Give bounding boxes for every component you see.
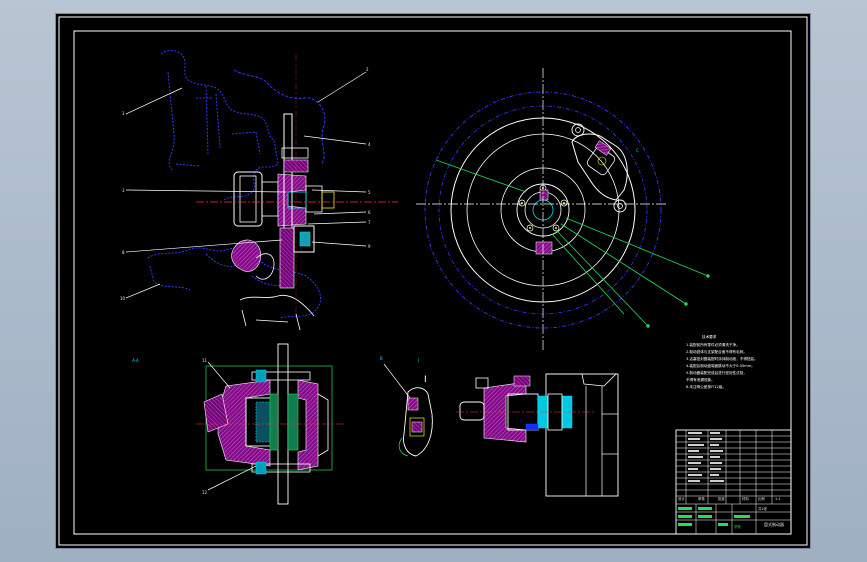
cad-drawing: 1 2 3 4 5 6 7 8 9 10 C A-A 11 12 B I I 技… xyxy=(58,16,808,546)
tb-drawing-name: 盘式制动器 xyxy=(764,521,784,527)
label-part-4: 4 xyxy=(368,142,371,147)
half-section-view xyxy=(456,373,619,497)
side-view-assembly: 1 2 3 4 5 6 7 8 9 10 xyxy=(120,50,398,331)
tb-approver: 批准 xyxy=(718,496,725,501)
notes-line-7: 6.未注明公差按IT12级。 xyxy=(686,384,726,389)
label-part-3: 3 xyxy=(122,188,125,193)
label-part-10: 10 xyxy=(120,296,126,301)
notes-line-3: 3.活塞密封圈装配时涂抹制动液，不得扭曲。 xyxy=(686,356,758,361)
drawing-sheet: 1 2 3 4 5 6 7 8 9 10 C A-A 11 12 B I I 技… xyxy=(56,14,810,548)
knuckle-outline xyxy=(160,50,279,201)
label-part-9: 9 xyxy=(368,244,371,249)
caliper-section: A-A 11 12 xyxy=(132,343,346,505)
label-detail-i: I xyxy=(418,358,419,363)
tb-school: 学院 xyxy=(734,524,741,529)
lower-detail-outline xyxy=(239,294,315,331)
tb-scale-label: 比例 xyxy=(758,496,765,501)
label-part-11: 11 xyxy=(202,358,208,363)
tb-sheet: 共1张 xyxy=(758,506,768,511)
label-section-left: A-A xyxy=(132,358,139,363)
detail-view-i: B I I xyxy=(380,356,433,457)
tb-material: 材料 xyxy=(742,496,749,501)
disc-front-view: C xyxy=(416,68,710,350)
notes-line-2: 2.制动钳体与支架配合面不得有毛刺。 xyxy=(686,349,747,354)
label-section-b: B xyxy=(380,356,383,361)
label-part-5: 5 xyxy=(368,190,371,195)
label-part-6: 6 xyxy=(368,210,371,215)
notes-line-5: 5.制动器装配完成后进行密封性试验， xyxy=(686,370,747,375)
label-part-2: 2 xyxy=(366,67,369,72)
notes-title: 技术要求 xyxy=(702,334,717,339)
title-block: 设计 审核 批准 材料 比例 1:1 共1张 学院 盘式制动器 xyxy=(675,429,792,535)
label-detail-i-mark: I xyxy=(424,375,427,385)
inner-border xyxy=(73,30,792,535)
tb-designer: 设计 xyxy=(678,496,685,501)
notes-line-4: 4.装配后制动盘端面跳动不大于0.05mm。 xyxy=(686,363,755,368)
label-part-8: 8 xyxy=(122,250,125,255)
notes-line-1: 1.装配前所有零件必须清洗干净。 xyxy=(686,342,740,347)
steering-arm xyxy=(231,239,262,272)
label-part-12: 12 xyxy=(202,490,208,495)
cv-joint xyxy=(233,171,263,227)
label-part-7: 7 xyxy=(368,220,371,225)
label-view-c: C xyxy=(636,148,639,153)
tb-scale-value: 1:1 xyxy=(775,497,780,501)
notes-line-6: 不得有泄漏现象。 xyxy=(686,377,715,382)
tb-checker: 审核 xyxy=(698,496,705,501)
chassis-top-outline xyxy=(233,69,326,165)
technical-notes: 技术要求 1.装配前所有零件必须清洗干净。 2.制动钳体与支架配合面不得有毛刺。… xyxy=(686,334,758,389)
label-part-1: 1 xyxy=(122,111,125,116)
